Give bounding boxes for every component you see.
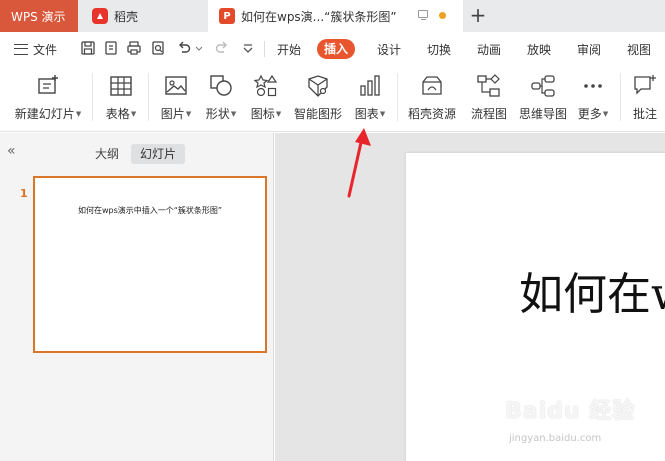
menu-review[interactable]: 审阅 bbox=[577, 41, 601, 58]
ribbon-divider bbox=[397, 73, 398, 121]
tab-document-label: 如何在wps演...“簇状条形图” bbox=[241, 9, 397, 24]
new-slide-label: 新建幻灯片 bbox=[14, 107, 75, 121]
new-slide-icon bbox=[38, 75, 58, 94]
comment-icon bbox=[634, 75, 656, 95]
picture-button[interactable]: 图片▼ bbox=[158, 71, 194, 127]
menu-view[interactable]: 视图 bbox=[627, 41, 651, 58]
print-icon[interactable] bbox=[126, 40, 142, 56]
slide-panel: « 大纲 幻灯片 1 如何在wps演示中插入一个“簇状条形图” bbox=[0, 133, 274, 461]
smart-art-label: 智能图形 bbox=[293, 107, 342, 121]
menu-bar: 文件 开始 插入 设计 切换 动画 放映 审阅 视图 bbox=[0, 32, 665, 65]
wps-presentation-window: WPS 演示 稻壳 P 如何在wps演...“簇状条形图” + 文件 开始 插入… bbox=[0, 0, 665, 461]
menu-transitions[interactable]: 切换 bbox=[427, 41, 451, 58]
tab-daoke[interactable]: 稻壳 bbox=[80, 0, 208, 32]
unsaved-dot-icon bbox=[439, 12, 446, 19]
tab-wps-presentation[interactable]: WPS 演示 bbox=[0, 0, 78, 32]
more-button[interactable]: 更多▼ bbox=[575, 71, 611, 127]
ribbon-divider bbox=[92, 73, 93, 121]
ribbon-divider bbox=[620, 73, 621, 121]
picture-icon bbox=[165, 76, 187, 95]
tab-daoke-label: 稻壳 bbox=[114, 9, 139, 24]
shape-caret-icon: ▼ bbox=[230, 110, 237, 118]
chart-icon bbox=[360, 75, 380, 96]
tab-document[interactable]: P 如何在wps演...“簇状条形图” bbox=[208, 0, 463, 32]
icon-library-caret-icon: ▼ bbox=[275, 110, 282, 118]
collapse-panel-icon[interactable]: « bbox=[7, 144, 21, 158]
chart-caret-icon: ▼ bbox=[379, 110, 386, 118]
tab-bar: WPS 演示 稻壳 P 如何在wps演...“簇状条形图” + bbox=[0, 0, 665, 32]
smart-art-icon bbox=[308, 75, 328, 97]
tab-wps-label: WPS 演示 bbox=[11, 9, 66, 24]
file-menu-button[interactable]: 文件 bbox=[14, 40, 57, 58]
daoke-resource-button[interactable]: 稻壳资源 bbox=[406, 71, 458, 127]
table-label: 表格 bbox=[105, 107, 130, 121]
flowchart-button[interactable]: 流程图 bbox=[467, 71, 511, 127]
smart-art-button[interactable]: 智能图形 bbox=[292, 71, 344, 127]
picture-caret-icon: ▼ bbox=[185, 110, 192, 118]
insert-ribbon: 新建幻灯片▼ 表格▼ 图片▼ 形状▼ 图标▼ 智能图形 图表▼ 稻壳资源 流程图… bbox=[0, 65, 665, 132]
comment-label: 批注 bbox=[632, 107, 657, 121]
watermark-main-text: Baidu 经验 bbox=[505, 399, 636, 424]
new-slide-button[interactable]: 新建幻灯片▼ bbox=[12, 71, 84, 127]
menu-design[interactable]: 设计 bbox=[377, 41, 401, 58]
icon-library-button[interactable]: 图标▼ bbox=[248, 71, 284, 127]
menu-animation[interactable]: 动画 bbox=[477, 41, 501, 58]
shape-button[interactable]: 形状▼ bbox=[202, 71, 240, 127]
table-icon bbox=[110, 76, 132, 96]
picture-label: 图片 bbox=[160, 107, 185, 121]
chart-label: 图表 bbox=[354, 107, 379, 121]
watermark-url-text: jingyan.baidu.com bbox=[509, 433, 602, 444]
print-preview-icon[interactable] bbox=[150, 40, 166, 56]
menu-slideshow[interactable]: 放映 bbox=[527, 41, 551, 58]
mindmap-button[interactable]: 思维导图 bbox=[517, 71, 569, 127]
undo-dropdown-icon[interactable] bbox=[195, 40, 203, 56]
customize-toolbar-icon[interactable] bbox=[240, 40, 256, 56]
icon-library-label: 图标 bbox=[250, 107, 275, 121]
daoke-logo-icon bbox=[92, 8, 108, 24]
slide-number: 1 bbox=[20, 187, 28, 200]
export-pdf-icon[interactable] bbox=[103, 40, 119, 56]
hamburger-icon bbox=[14, 43, 28, 55]
menu-home[interactable]: 开始 bbox=[277, 41, 301, 58]
screen-icon[interactable] bbox=[418, 10, 428, 20]
daoke-resource-icon bbox=[422, 76, 442, 95]
new-tab-plus-icon[interactable]: + bbox=[469, 3, 487, 27]
icon-library-icon bbox=[253, 74, 278, 97]
presentation-file-icon: P bbox=[219, 8, 235, 24]
comment-button[interactable]: 批注 bbox=[629, 71, 661, 127]
slide-title-text[interactable]: 如何在w bbox=[519, 258, 665, 322]
toolbar-divider bbox=[264, 41, 265, 57]
shape-icon bbox=[210, 75, 232, 96]
more-icon bbox=[584, 84, 602, 88]
new-slide-caret-icon: ▼ bbox=[75, 110, 82, 118]
more-label: 更多 bbox=[577, 107, 602, 121]
chart-button[interactable]: 图表▼ bbox=[352, 71, 388, 127]
shape-label: 形状 bbox=[205, 107, 230, 121]
mindmap-icon bbox=[531, 75, 555, 97]
file-menu-label: 文件 bbox=[33, 42, 58, 57]
table-button[interactable]: 表格▼ bbox=[102, 71, 140, 127]
save-icon[interactable] bbox=[80, 40, 96, 56]
tab-slides[interactable]: 幻灯片 bbox=[131, 144, 186, 164]
slide-thumbnail-title: 如何在wps演示中插入一个“簇状条形图” bbox=[77, 206, 223, 215]
undo-icon[interactable] bbox=[176, 40, 192, 56]
annotation-arrow-icon bbox=[347, 128, 371, 198]
flowchart-label: 流程图 bbox=[470, 107, 507, 121]
daoke-resource-label: 稻壳资源 bbox=[407, 107, 456, 121]
slide-thumbnail[interactable]: 如何在wps演示中插入一个“簇状条形图” bbox=[33, 176, 267, 353]
redo-icon[interactable] bbox=[214, 40, 230, 56]
baidu-watermark: Baidu 经验 jingyan.baidu.com bbox=[505, 393, 660, 453]
menu-insert[interactable]: 插入 bbox=[317, 39, 356, 59]
flowchart-icon bbox=[477, 74, 500, 97]
mindmap-label: 思维导图 bbox=[518, 107, 567, 121]
more-caret-icon: ▼ bbox=[602, 110, 609, 118]
ribbon-divider bbox=[148, 73, 149, 121]
tab-outline[interactable]: 大纲 bbox=[86, 144, 128, 164]
table-caret-icon: ▼ bbox=[130, 110, 137, 118]
